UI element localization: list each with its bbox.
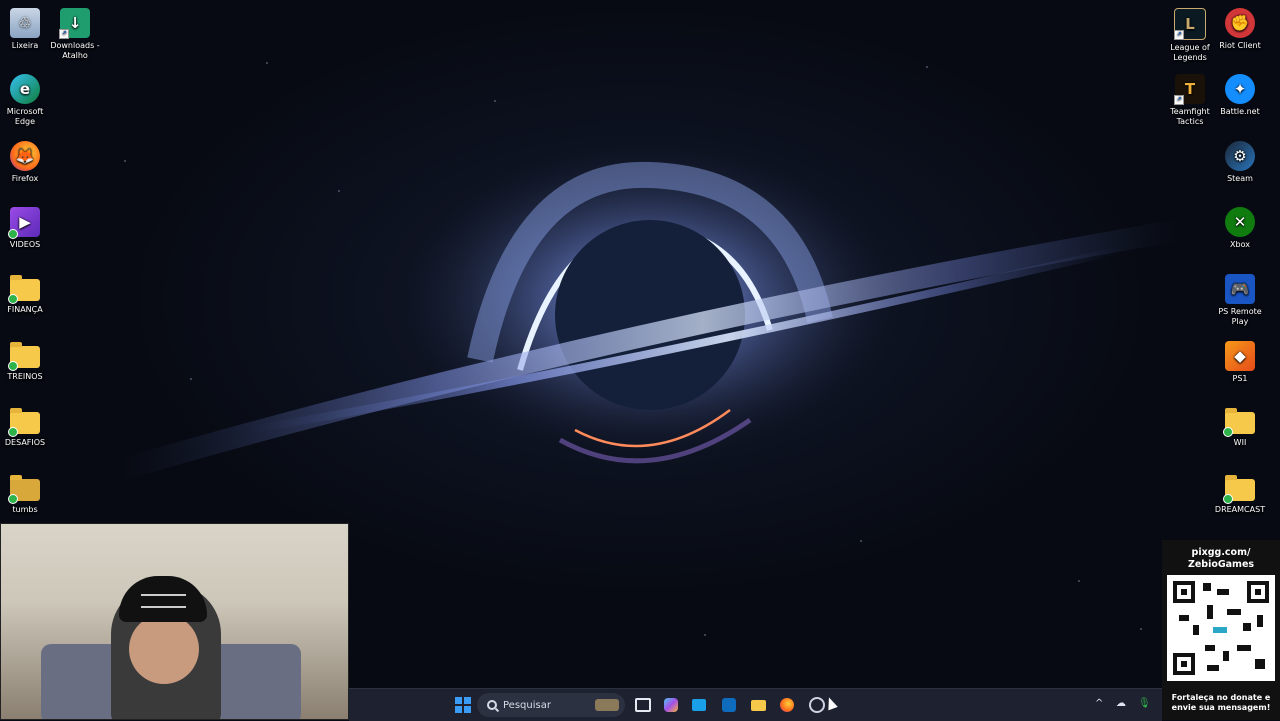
desktop-icon-desafios[interactable]: DESAFIOS xyxy=(0,405,54,448)
xbox-icon: ✕ xyxy=(1225,207,1255,237)
folder-icon xyxy=(8,472,40,504)
desktop-icon-label: FINANÇA xyxy=(7,305,43,314)
edge-icon: e xyxy=(10,74,40,104)
donation-message-line1: Fortaleça no donate e xyxy=(1171,693,1271,702)
desktop-icon-downloads[interactable]: ↓ ↗ Downloads - Atalho xyxy=(46,8,104,61)
desktop-icon-label: tumbs xyxy=(12,505,38,514)
desktop-icon-label: Microsoft Edge xyxy=(6,107,44,126)
teamfight-tactics-icon: T ↗ xyxy=(1174,74,1205,105)
store-button[interactable] xyxy=(689,695,709,715)
donation-message: Fortaleça no donate e envie sua mensagem… xyxy=(1162,693,1280,713)
search-highlight-image xyxy=(595,699,619,711)
donation-message-line2: envie sua mensagem! xyxy=(1171,703,1271,712)
file-explorer-icon xyxy=(750,699,766,711)
obs-icon xyxy=(809,697,825,713)
webcam-cap-logo xyxy=(141,594,186,608)
folder-icon xyxy=(8,339,40,371)
desktop-icon-edge[interactable]: e Microsoft Edge xyxy=(0,74,54,127)
outlook-icon xyxy=(722,698,736,712)
desktop-icon-label: PS1 xyxy=(1232,374,1248,383)
donation-panel: pixgg.com/ ZebioGames Fortaleça no donat… xyxy=(1162,540,1280,720)
microphone-icon[interactable]: 🎙 xyxy=(1138,698,1151,709)
videos-icon: ▶ xyxy=(8,207,40,239)
desktop-icon-xbox[interactable]: ✕ Xbox xyxy=(1211,207,1269,250)
search-placeholder: Pesquisar xyxy=(503,699,551,711)
steam-icon: ⚙ xyxy=(1225,141,1255,171)
desktop-icon-label: PS Remote Play xyxy=(1218,307,1262,326)
firefox-icon xyxy=(780,698,794,712)
desktop-icon-videos[interactable]: ▶ VIDEOS xyxy=(0,207,54,250)
ps-remote-play-icon: 🎮 xyxy=(1225,274,1255,304)
search-input[interactable]: Pesquisar xyxy=(477,693,625,717)
desktop-icon-steam[interactable]: ⚙ Steam xyxy=(1211,141,1269,184)
desktop-icon-tumbs[interactable]: tumbs xyxy=(0,472,54,515)
donation-url-line1: pixgg.com/ xyxy=(1191,547,1251,558)
recycle-bin-icon: ♲ xyxy=(10,8,40,38)
league-of-legends-icon: L ↗ xyxy=(1174,8,1206,40)
battlenet-icon: ✦ xyxy=(1225,74,1255,104)
desktop-icon-label: Battle.net xyxy=(1220,107,1260,116)
desktop-icon-label: Firefox xyxy=(11,174,39,183)
ps1-icon: ◆ xyxy=(1225,341,1255,371)
desktop-icon-label: Steam xyxy=(1227,174,1253,183)
outlook-button[interactable] xyxy=(719,695,739,715)
copilot-icon xyxy=(664,698,678,712)
donation-url-line2: ZebioGames xyxy=(1187,559,1255,570)
store-icon xyxy=(692,699,706,711)
webcam-face xyxy=(129,614,199,684)
webcam-overlay xyxy=(0,523,349,720)
onedrive-icon[interactable]: ☁ xyxy=(1116,698,1126,709)
desktop-icon-ps1[interactable]: ◆ PS1 xyxy=(1211,341,1269,384)
desktop-icon-label: DREAMCAST xyxy=(1214,505,1266,514)
desktop-icon-label: Downloads - Atalho xyxy=(50,41,100,60)
desktop-icon-riot[interactable]: ✊ Riot Client xyxy=(1211,8,1269,51)
windows-logo-icon xyxy=(455,697,471,713)
task-view-icon xyxy=(635,698,651,712)
desktop-icon-ps-remote[interactable]: 🎮 PS Remote Play xyxy=(1211,274,1269,327)
firefox-taskbar-button[interactable] xyxy=(777,695,797,715)
download-shortcut-icon: ↓ ↗ xyxy=(59,8,90,39)
desktop-icon-label: Xbox xyxy=(1230,240,1250,249)
riot-client-icon: ✊ xyxy=(1225,8,1255,38)
file-explorer-button[interactable] xyxy=(748,695,768,715)
taskbar: Pesquisar ^ ☁ 🎙 xyxy=(349,688,1162,721)
desktop-icon-label: TREINOS xyxy=(7,372,43,381)
desktop-icon-dreamcast[interactable]: DREAMCAST xyxy=(1211,472,1269,515)
desktop-icon-firefox[interactable]: 🦊 Firefox xyxy=(0,141,54,184)
desktop-icon-label: VIDEOS xyxy=(9,240,41,249)
desktop-icon-label: DESAFIOS xyxy=(4,438,46,447)
folder-icon xyxy=(8,272,40,304)
folder-icon xyxy=(8,405,40,437)
desktop-icon-battlenet[interactable]: ✦ Battle.net xyxy=(1211,74,1269,117)
folder-icon xyxy=(1223,405,1255,437)
task-view-button[interactable] xyxy=(633,695,653,715)
desktop-icon-treinos[interactable]: TREINOS xyxy=(0,339,54,382)
start-button[interactable] xyxy=(453,695,473,715)
search-icon xyxy=(487,700,497,710)
desktop-icon-financa[interactable]: FINANÇA xyxy=(0,272,54,315)
desktop-icon-wii[interactable]: WII xyxy=(1211,405,1269,448)
firefox-icon: 🦊 xyxy=(10,141,40,171)
tray-overflow-chevron-icon[interactable]: ^ xyxy=(1095,698,1103,709)
desktop-icon-label: Riot Client xyxy=(1219,41,1261,50)
desktop-icon-label: WII xyxy=(1233,438,1247,447)
donation-url: pixgg.com/ ZebioGames xyxy=(1162,547,1280,571)
qr-code-icon xyxy=(1167,575,1275,681)
folder-icon xyxy=(1223,472,1255,504)
copilot-button[interactable] xyxy=(661,695,681,715)
